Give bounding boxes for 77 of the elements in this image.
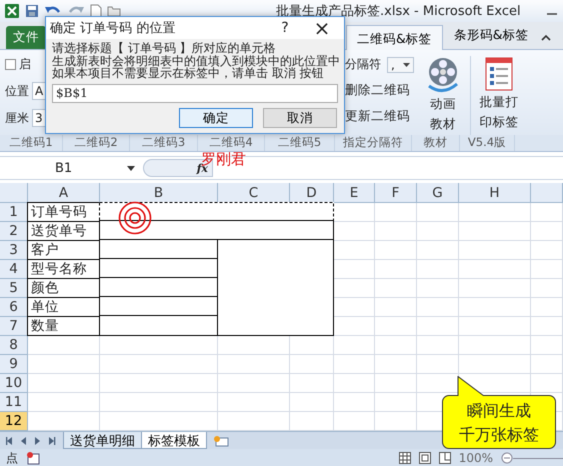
excel-icon[interactable] <box>4 3 20 19</box>
group-label: V5.4版 <box>460 135 515 151</box>
zoom-level: 100% <box>458 451 493 465</box>
group-label: 二维码3 <box>130 135 198 151</box>
dialog-title: 确定 订单号码 的位置 <box>50 20 176 37</box>
new-sheet-icon[interactable] <box>213 434 229 446</box>
caret-icon <box>127 166 135 170</box>
ribbon-button[interactable]: 更新二维码 <box>345 108 417 125</box>
input-field[interactable]: A <box>32 82 46 100</box>
row-header[interactable]: 9 <box>0 355 28 374</box>
column-header[interactable]: B <box>100 183 218 203</box>
group-label: 二维码4 <box>198 135 265 151</box>
sheet-tab[interactable]: 标签模板 <box>141 432 207 449</box>
column-header[interactable]: H <box>459 183 531 203</box>
column-header[interactable]: C <box>218 183 290 203</box>
help-button[interactable]: ? <box>270 20 300 36</box>
table-cell[interactable]: 订单号码 <box>27 202 100 222</box>
column-header[interactable]: D <box>290 183 334 203</box>
column-header[interactable]: G <box>417 183 459 203</box>
ribbon-tab[interactable]: 条形码&标签 <box>442 21 540 49</box>
last-sheet-icon[interactable] <box>48 436 56 444</box>
dialog-button[interactable]: 取消 <box>263 108 337 128</box>
sheet-tab[interactable]: 送货单明细 <box>63 432 142 449</box>
row-header[interactable]: 11 <box>0 393 28 412</box>
ribbon-tab[interactable]: 二维码&标签 <box>346 25 443 50</box>
dialog-message: 请选择标题【 订单号码 】所对应的单元格 生成新表时会将明细表中的值填入到模块中的此位置中 如果本项目不需要显示在标签中，请单击 取消 按钮 <box>51 40 341 80</box>
group-label: 二维码1 <box>0 135 63 151</box>
normal-view-icon[interactable] <box>398 452 411 464</box>
separator-dropdown[interactable]: , <box>387 56 414 72</box>
checkbox[interactable] <box>5 59 16 70</box>
row-header[interactable]: 4 <box>0 260 28 279</box>
row-header[interactable]: 2 <box>0 222 28 241</box>
row-header[interactable]: 6 <box>0 298 28 317</box>
ribbon-button[interactable]: 删除二维码 <box>345 82 417 99</box>
field-label: 位置 <box>5 82 29 100</box>
close-button[interactable]: × <box>300 16 344 40</box>
column-header[interactable]: A <box>28 183 100 203</box>
caret-icon <box>402 62 410 66</box>
macro-record-icon[interactable] <box>26 451 40 465</box>
first-sheet-icon[interactable] <box>6 436 14 444</box>
row-header[interactable]: 3 <box>0 241 28 260</box>
next-sheet-icon[interactable] <box>34 436 42 444</box>
field-label: 厘米 <box>5 110 29 126</box>
group-label: 二维码5 <box>265 135 335 151</box>
dialog-button[interactable]: 确定 <box>179 108 253 128</box>
row-header[interactable]: 8 <box>0 336 28 355</box>
previous-sheet-icon[interactable] <box>20 436 28 444</box>
table-cell[interactable]: 数量 <box>27 316 100 336</box>
zoom-out-icon[interactable] <box>501 452 513 464</box>
document-icon[interactable] <box>90 4 102 18</box>
callout-pointer <box>456 376 485 396</box>
film-reel-icon <box>426 56 460 94</box>
ribbon-large-button[interactable]: 批量打 印标签 <box>470 56 527 135</box>
ribbon-large-button[interactable]: 动画 教材 <box>417 56 468 135</box>
separator-label: 分隔符 <box>345 56 381 73</box>
status-mode: 点 <box>6 450 18 466</box>
file-tab[interactable]: 文件 <box>6 26 46 49</box>
collapse-ribbon-icon[interactable] <box>541 34 551 41</box>
column-header[interactable]: E <box>334 183 375 203</box>
list-icon <box>484 56 514 92</box>
save-icon[interactable] <box>25 4 39 18</box>
column-header[interactable]: F <box>375 183 417 203</box>
group-label: 教材 <box>412 135 460 151</box>
target-marks-drawing <box>118 201 152 235</box>
group-label: 指定分隔符 <box>335 135 412 151</box>
name-box[interactable]: B1 <box>0 160 143 176</box>
input-field[interactable]: 3 <box>32 109 46 127</box>
row-header[interactable]: 7 <box>0 317 28 336</box>
group-label: 二维码2 <box>63 135 130 151</box>
row-header[interactable]: 12 <box>0 412 28 431</box>
row-header[interactable]: 1 <box>0 203 28 222</box>
page-break-icon[interactable] <box>438 452 451 464</box>
checkbox-label: 启 <box>19 56 31 73</box>
page-layout-icon[interactable] <box>418 452 431 464</box>
row-header[interactable]: 5 <box>0 279 28 298</box>
row-header[interactable]: 10 <box>0 374 28 393</box>
cell-reference-field[interactable]: $B$1 <box>52 84 338 102</box>
